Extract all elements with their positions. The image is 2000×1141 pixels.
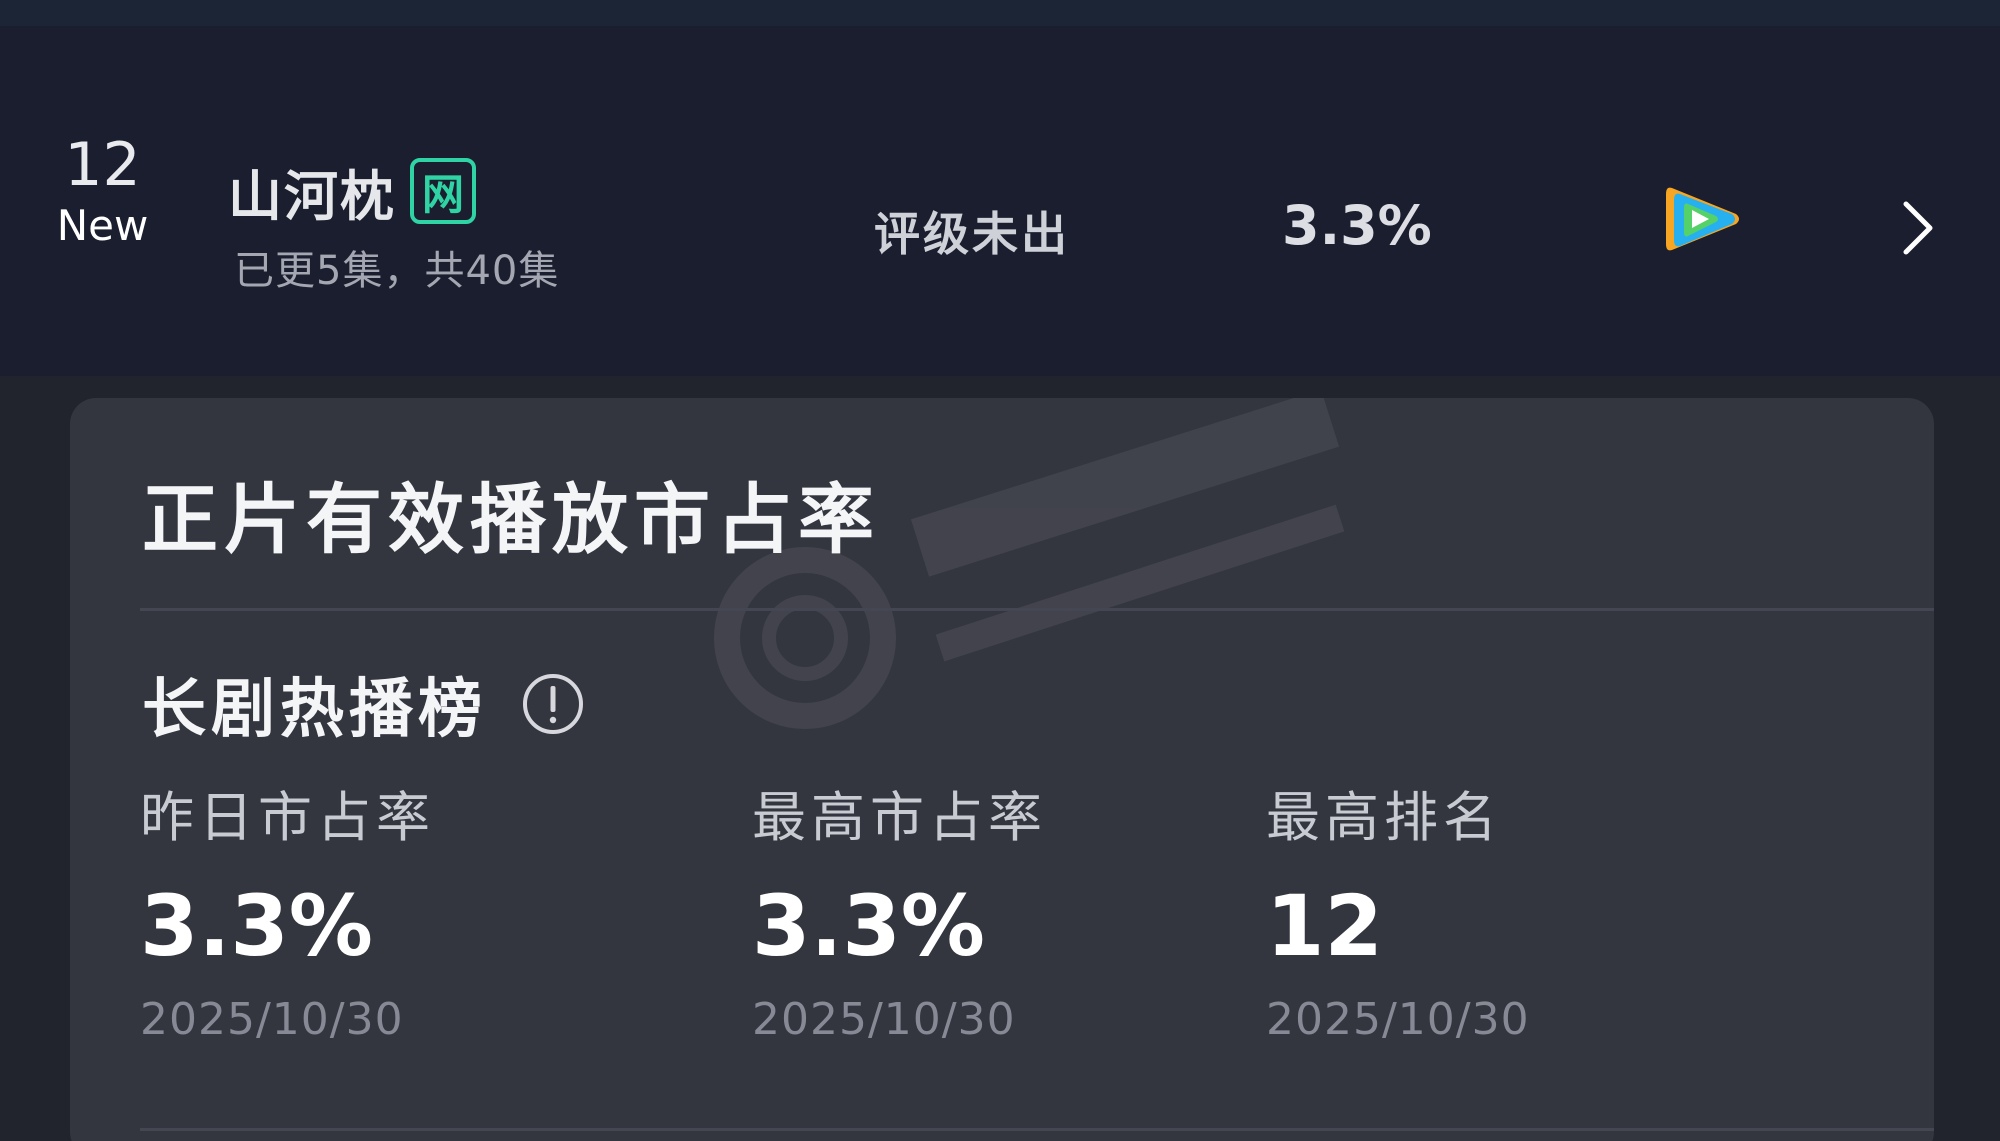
tencent-video-play-icon[interactable] [1662, 182, 1744, 256]
metric-value: 3.3% [752, 877, 985, 975]
rating-status: 评级未出 [874, 207, 1070, 261]
rank-number: 12 [64, 130, 141, 200]
new-tag: New [56, 201, 149, 250]
drama-title[interactable]: 山河枕 [228, 152, 396, 231]
metric-value: 3.3% [140, 877, 373, 975]
episode-count: 已更5集，共40集 [234, 248, 560, 294]
rank-block: 12 New [40, 130, 165, 252]
title-line: 山河枕 网 [228, 156, 476, 228]
web-drama-badge: 网 [410, 158, 476, 224]
divider [140, 1128, 1934, 1131]
metric-date: 2025/10/30 [1266, 994, 1530, 1045]
section-title: 长剧热播榜 [142, 658, 585, 750]
page: 12 New 山河枕 网 已更5集，共40集 评级未出 3.3% 正片有效播放市… [0, 0, 2000, 1141]
metric-label: 昨日市占率 [140, 786, 435, 849]
metric-peak-rank: 最高排名 12 2025/10/30 [1266, 786, 1530, 1046]
metric-label: 最高市占率 [752, 786, 1047, 849]
market-share-card: 正片有效播放市占率 长剧热播榜 昨日市占率 3.3% 2025/10/30 最高… [70, 398, 1934, 1141]
metric-label: 最高排名 [1266, 786, 1502, 849]
info-circle-icon[interactable] [521, 672, 585, 736]
divider [140, 608, 1934, 611]
metric-date: 2025/10/30 [752, 994, 1016, 1045]
chevron-right-icon[interactable] [1900, 200, 1936, 256]
top-strip [0, 0, 2000, 26]
section-title-text: 长剧热播榜 [142, 673, 487, 747]
row-market-share: 3.3% [1282, 194, 1432, 257]
metric-yesterday-share: 昨日市占率 3.3% 2025/10/30 [140, 786, 435, 1046]
drama-list-row[interactable]: 12 New 山河枕 网 已更5集，共40集 评级未出 3.3% [0, 26, 2000, 376]
enlightent-watermark-logo [714, 398, 1345, 729]
metric-value: 12 [1266, 877, 1383, 975]
metric-date: 2025/10/30 [140, 994, 404, 1045]
card-title: 正片有效播放市占率 [142, 475, 880, 564]
metric-peak-share: 最高市占率 3.3% 2025/10/30 [752, 786, 1047, 1046]
